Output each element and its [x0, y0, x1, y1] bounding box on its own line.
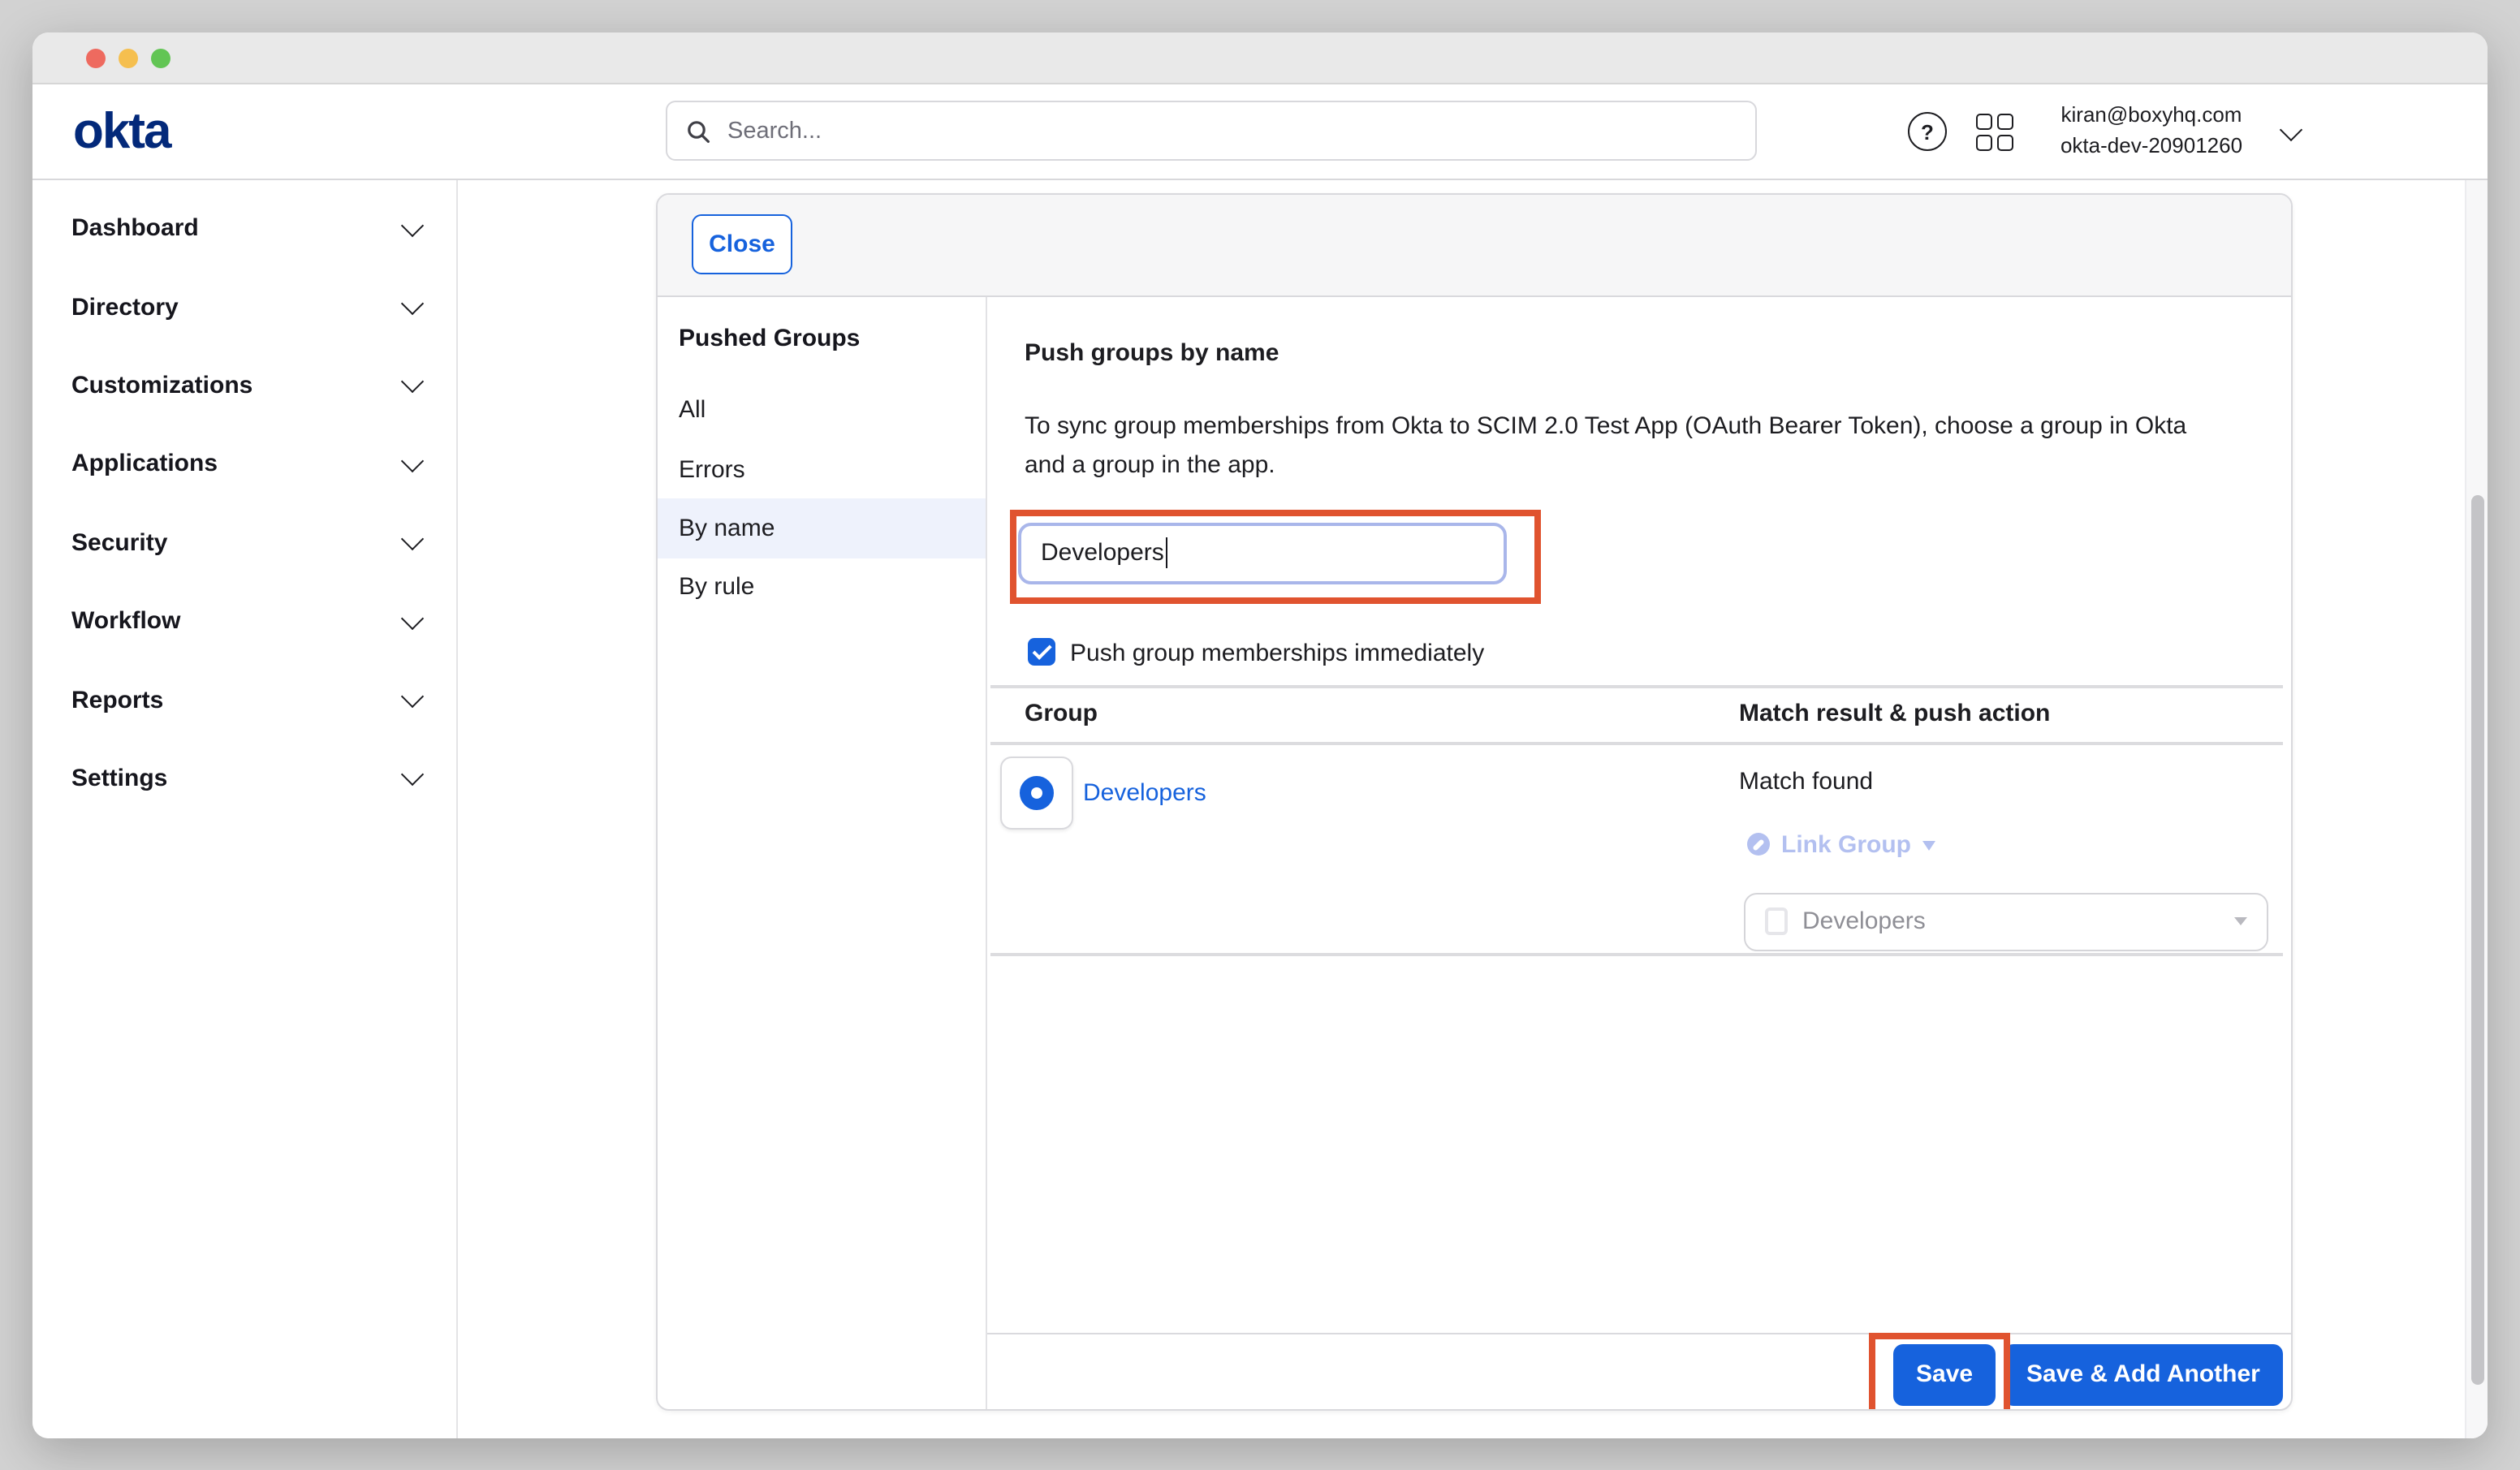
pushed-groups-title: Pushed Groups — [658, 324, 986, 351]
group-link[interactable]: Developers — [1083, 778, 1206, 806]
grid-square — [1976, 114, 1992, 130]
zoom-window-button[interactable] — [150, 48, 170, 67]
chevron-down-icon — [401, 685, 424, 708]
minimize-window-button[interactable] — [119, 48, 138, 67]
okta-logo: okta — [73, 102, 170, 161]
push-immediately-checkbox[interactable] — [1028, 637, 1055, 665]
push-immediately-label: Push group memberships immediately — [1070, 639, 1484, 666]
sidebar-item-dashboard[interactable]: Dashboard — [32, 189, 456, 268]
select-caret-down-icon — [2234, 917, 2247, 925]
caret-down-icon — [1922, 841, 1935, 851]
target-group-select-value: Developers — [1802, 907, 1926, 935]
link-group-dropdown-button[interactable]: Link Group — [1747, 830, 1935, 858]
chevron-down-icon — [401, 371, 424, 394]
chevron-down-icon — [401, 292, 424, 315]
sidebar-item-reports[interactable]: Reports — [32, 661, 456, 739]
search-input[interactable] — [724, 116, 1737, 145]
apps-grid-icon[interactable] — [1976, 114, 2015, 153]
close-window-button[interactable] — [86, 48, 106, 67]
close-button[interactable]: Close — [692, 214, 792, 274]
save-button[interactable]: Save — [1893, 1343, 1996, 1405]
group-name-input-value: Developers — [1041, 539, 1164, 567]
chevron-down-icon — [401, 606, 424, 629]
account-menu[interactable]: kiran@boxyhq.com okta-dev-20901260 — [2043, 101, 2260, 161]
push-groups-panel: Close Pushed Groups All Errors By name B… — [656, 192, 2293, 1410]
table-top-divider — [990, 684, 2283, 688]
target-group-select[interactable]: Developers — [1744, 892, 2268, 951]
help-icon[interactable]: ? — [1908, 112, 1947, 151]
footer-divider — [987, 1333, 2291, 1334]
text-cursor — [1166, 537, 1168, 568]
group-name-input[interactable]: Developers — [1018, 522, 1507, 584]
link-group-label: Link Group — [1781, 830, 1911, 858]
sidebar-item-applications[interactable]: Applications — [32, 425, 456, 503]
chevron-down-icon — [401, 528, 424, 550]
account-email: kiran@boxyhq.com — [2043, 101, 2260, 131]
sidebar-item-directory[interactable]: Directory — [32, 268, 456, 347]
column-header-group: Group — [1025, 699, 1098, 726]
pushed-groups-tab-errors[interactable]: Errors — [658, 440, 986, 499]
pushed-groups-tab-by-name[interactable]: By name — [658, 499, 986, 558]
pushed-groups-nav: Pushed Groups All Errors By name By rule — [658, 296, 987, 1410]
pushed-groups-tab-by-rule[interactable]: By rule — [658, 558, 986, 617]
chevron-down-icon — [401, 450, 424, 472]
table-row-divider — [990, 952, 2283, 955]
vertical-scrollbar-track[interactable] — [2464, 179, 2488, 1438]
global-search[interactable] — [666, 101, 1757, 161]
column-header-match: Match result & push action — [1739, 699, 2050, 726]
pushed-groups-tab-all[interactable]: All — [658, 381, 986, 440]
account-org: okta-dev-20901260 — [2043, 131, 2260, 161]
top-navigation-bar: okta ? kiran@boxyhq.com okta-dev-2090126… — [32, 84, 2488, 179]
grid-square — [1997, 135, 2013, 151]
table-header-divider — [990, 741, 2283, 744]
group-placeholder-icon — [1765, 907, 1788, 935]
sidebar-item-workflow[interactable]: Workflow — [32, 582, 456, 661]
app-window: okta ? kiran@boxyhq.com okta-dev-2090126… — [32, 32, 2488, 1438]
screen: okta ? kiran@boxyhq.com okta-dev-2090126… — [0, 0, 2520, 1470]
link-icon — [1747, 833, 1770, 856]
group-icon-card — [1000, 756, 1073, 829]
push-by-name-content: Push groups by name To sync group member… — [987, 296, 2291, 1410]
panel-header: Close — [658, 194, 2291, 296]
window-titlebar — [32, 32, 2488, 84]
section-title: Push groups by name — [1025, 338, 1279, 366]
sidebar-item-security[interactable]: Security — [32, 503, 456, 582]
save-add-another-button[interactable]: Save & Add Another — [2004, 1343, 2283, 1405]
workspace: Dashboard Directory Customizations Appli… — [32, 179, 2488, 1438]
grid-square — [1997, 114, 2013, 130]
chevron-down-icon — [401, 213, 424, 236]
account-chevron-down-icon[interactable] — [2280, 119, 2302, 141]
sidebar-item-settings[interactable]: Settings — [32, 739, 456, 817]
search-icon — [685, 118, 711, 144]
match-status: Match found — [1739, 767, 1873, 795]
grid-square — [1976, 135, 1992, 151]
section-description: To sync group memberships from Okta to S… — [1025, 407, 2229, 486]
okta-group-icon — [1020, 775, 1054, 809]
sidebar-nav: Dashboard Directory Customizations Appli… — [32, 179, 458, 1438]
chevron-down-icon — [401, 764, 424, 787]
vertical-scrollbar-thumb[interactable] — [2470, 494, 2484, 1384]
sidebar-item-customizations[interactable]: Customizations — [32, 347, 456, 425]
